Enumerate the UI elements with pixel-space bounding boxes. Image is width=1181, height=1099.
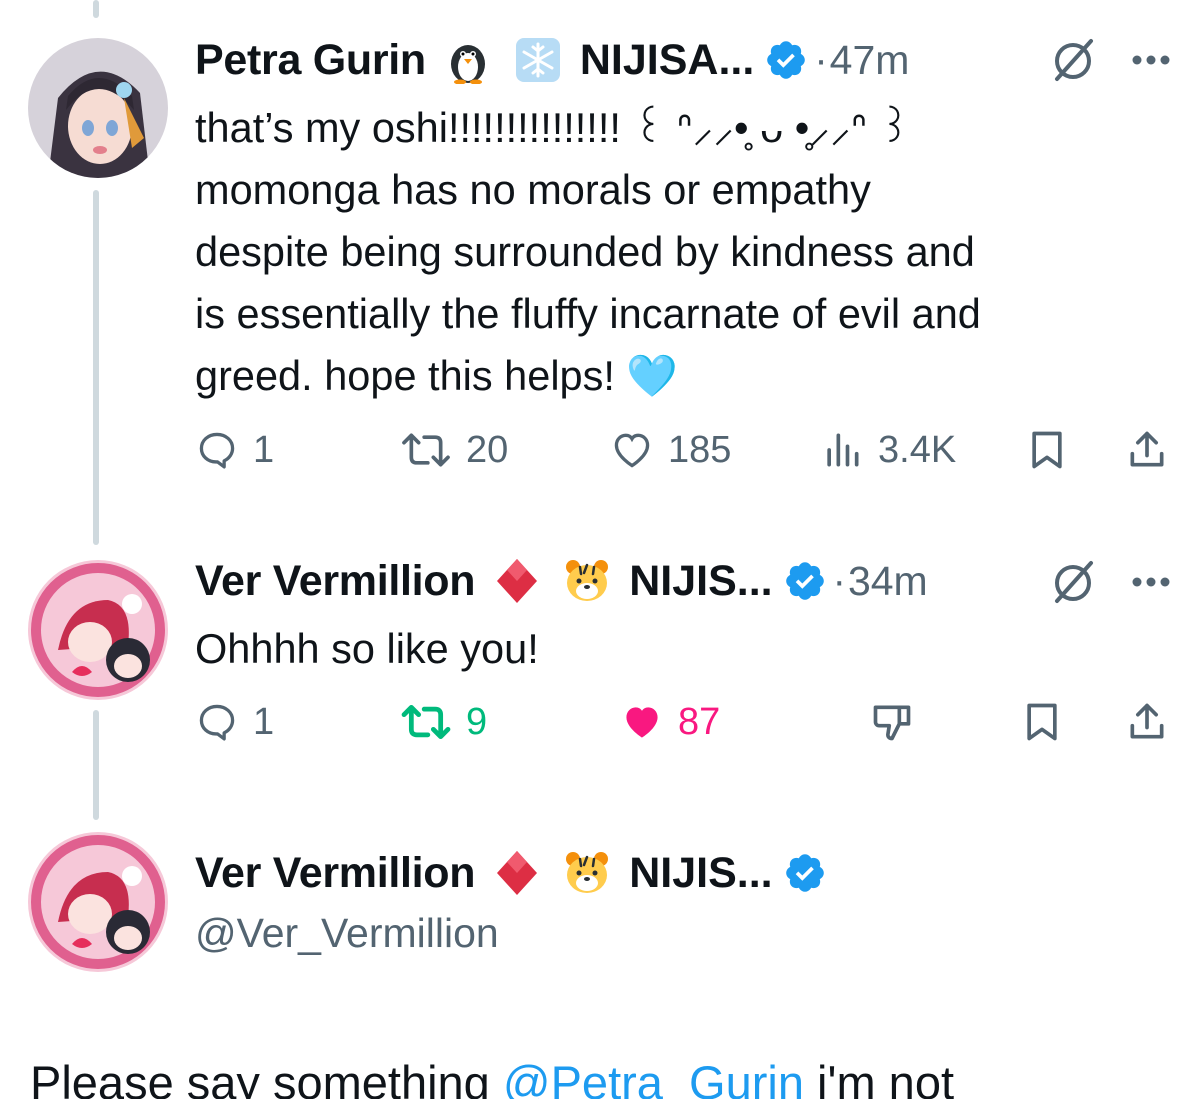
- repost-button[interactable]: 9: [400, 700, 487, 744]
- tweet-text-line: greed. hope this helps! 🩵: [195, 352, 679, 399]
- repost-icon: [402, 433, 450, 467]
- tiger-face-emoji: [559, 848, 615, 898]
- affiliation-label[interactable]: NIJIS...: [629, 849, 772, 898]
- repost-count: 20: [466, 428, 509, 471]
- tweet-text-line: despite being surrounded by kindness and: [195, 228, 975, 275]
- tiger-face-emoji: [559, 556, 615, 606]
- more-options-icon[interactable]: [1131, 575, 1171, 589]
- views-button[interactable]: 3.4K: [820, 428, 956, 472]
- heart-icon: [614, 433, 650, 468]
- thread-line: [93, 0, 99, 18]
- display-name[interactable]: Ver Vermillion: [195, 557, 476, 606]
- views-count: 3.4K: [878, 428, 957, 471]
- share-button[interactable]: [1125, 428, 1181, 472]
- repost-icon: [401, 704, 451, 740]
- bookmark-button[interactable]: [1020, 700, 1078, 744]
- bookmark-icon: [1027, 703, 1057, 741]
- tweet-text-line: Ohhhh so like you!: [195, 625, 539, 672]
- grok-icon[interactable]: [1047, 33, 1099, 85]
- repost-button[interactable]: 20: [400, 428, 508, 472]
- more-options-icon[interactable]: [1131, 53, 1171, 67]
- like-button[interactable]: 87: [620, 700, 720, 744]
- timestamp[interactable]: 47m: [830, 37, 910, 84]
- red-diamond-emoji: [489, 848, 545, 898]
- tweet-text: that’s my oshi!!!!!!!!!!!!!!! ꒰ ᐢ⸝⸝•̥ ᴗ …: [195, 97, 981, 407]
- tweet-actions: 1 20 185 3.4K: [195, 428, 1181, 484]
- red-diamond-emoji: [489, 556, 545, 606]
- share-icon: [1130, 431, 1164, 467]
- tweet-header: Ver Vermillion NIJIS...: [195, 845, 827, 901]
- views-icon: [827, 433, 859, 467]
- repost-count: 9: [466, 700, 488, 743]
- avatar[interactable]: [28, 832, 168, 972]
- reply-count: 1: [253, 700, 275, 743]
- verified-badge-icon: [783, 851, 827, 895]
- thread-line: [93, 710, 99, 820]
- heart-icon: [626, 707, 658, 738]
- tweet-text-line: is essentially the fluffy incarnate of e…: [195, 290, 981, 337]
- like-button[interactable]: 185: [610, 428, 731, 472]
- avatar[interactable]: [28, 38, 168, 178]
- mention-link[interactable]: @Petra_Gurin: [503, 1056, 804, 1099]
- avatar[interactable]: [28, 560, 168, 700]
- tweet-header: Ver Vermillion NIJIS... · 34m: [195, 553, 928, 609]
- snowflake-emoji: [510, 35, 566, 85]
- verified-badge-icon: [783, 559, 827, 603]
- display-name[interactable]: Ver Vermillion: [195, 849, 476, 898]
- reply-icon: [199, 704, 235, 741]
- tweet-actions: 1 9 87: [195, 700, 1181, 756]
- tweet-text-suffix: i'm not: [804, 1056, 955, 1099]
- verified-badge-icon: [764, 38, 808, 82]
- bookmark-button[interactable]: [1025, 428, 1083, 472]
- separator-dot: ·: [832, 558, 846, 603]
- thumbs-down-icon: [873, 705, 911, 741]
- like-count: 87: [678, 700, 721, 743]
- dislike-button[interactable]: [870, 700, 928, 744]
- affiliation-label[interactable]: NIJIS...: [629, 557, 772, 606]
- share-button[interactable]: [1125, 700, 1181, 744]
- share-icon: [1130, 703, 1164, 739]
- penguin-emoji: [440, 35, 496, 85]
- thread-line: [93, 190, 99, 545]
- tweet-header: Petra Gurin NIJISA... · 47m: [195, 32, 909, 88]
- reply-icon: [199, 432, 235, 469]
- tweet-text-line: that’s my oshi!!!!!!!!!!!!!!! ꒰ ᐢ⸝⸝•̥ ᴗ …: [195, 104, 911, 151]
- like-count: 185: [668, 428, 732, 471]
- reply-button[interactable]: 1: [195, 700, 274, 744]
- affiliation-label[interactable]: NIJISA...: [580, 36, 754, 85]
- tweet-text-line: momonga has no morals or empathy: [195, 166, 871, 213]
- tweet-text: Ohhhh so like you!: [195, 618, 539, 680]
- timestamp[interactable]: 34m: [848, 558, 928, 605]
- tweet-text: Please say something @Petra_Gurin i'm no…: [30, 1055, 954, 1099]
- tweet-text-prefix: Please say something: [30, 1056, 503, 1099]
- user-handle[interactable]: @Ver_Vermillion: [195, 910, 499, 957]
- reply-button[interactable]: 1: [195, 428, 274, 472]
- bookmark-icon: [1032, 431, 1062, 469]
- display-name[interactable]: Petra Gurin: [195, 36, 426, 85]
- grok-icon[interactable]: [1047, 555, 1099, 607]
- separator-dot: ·: [814, 37, 828, 82]
- reply-count: 1: [253, 428, 275, 471]
